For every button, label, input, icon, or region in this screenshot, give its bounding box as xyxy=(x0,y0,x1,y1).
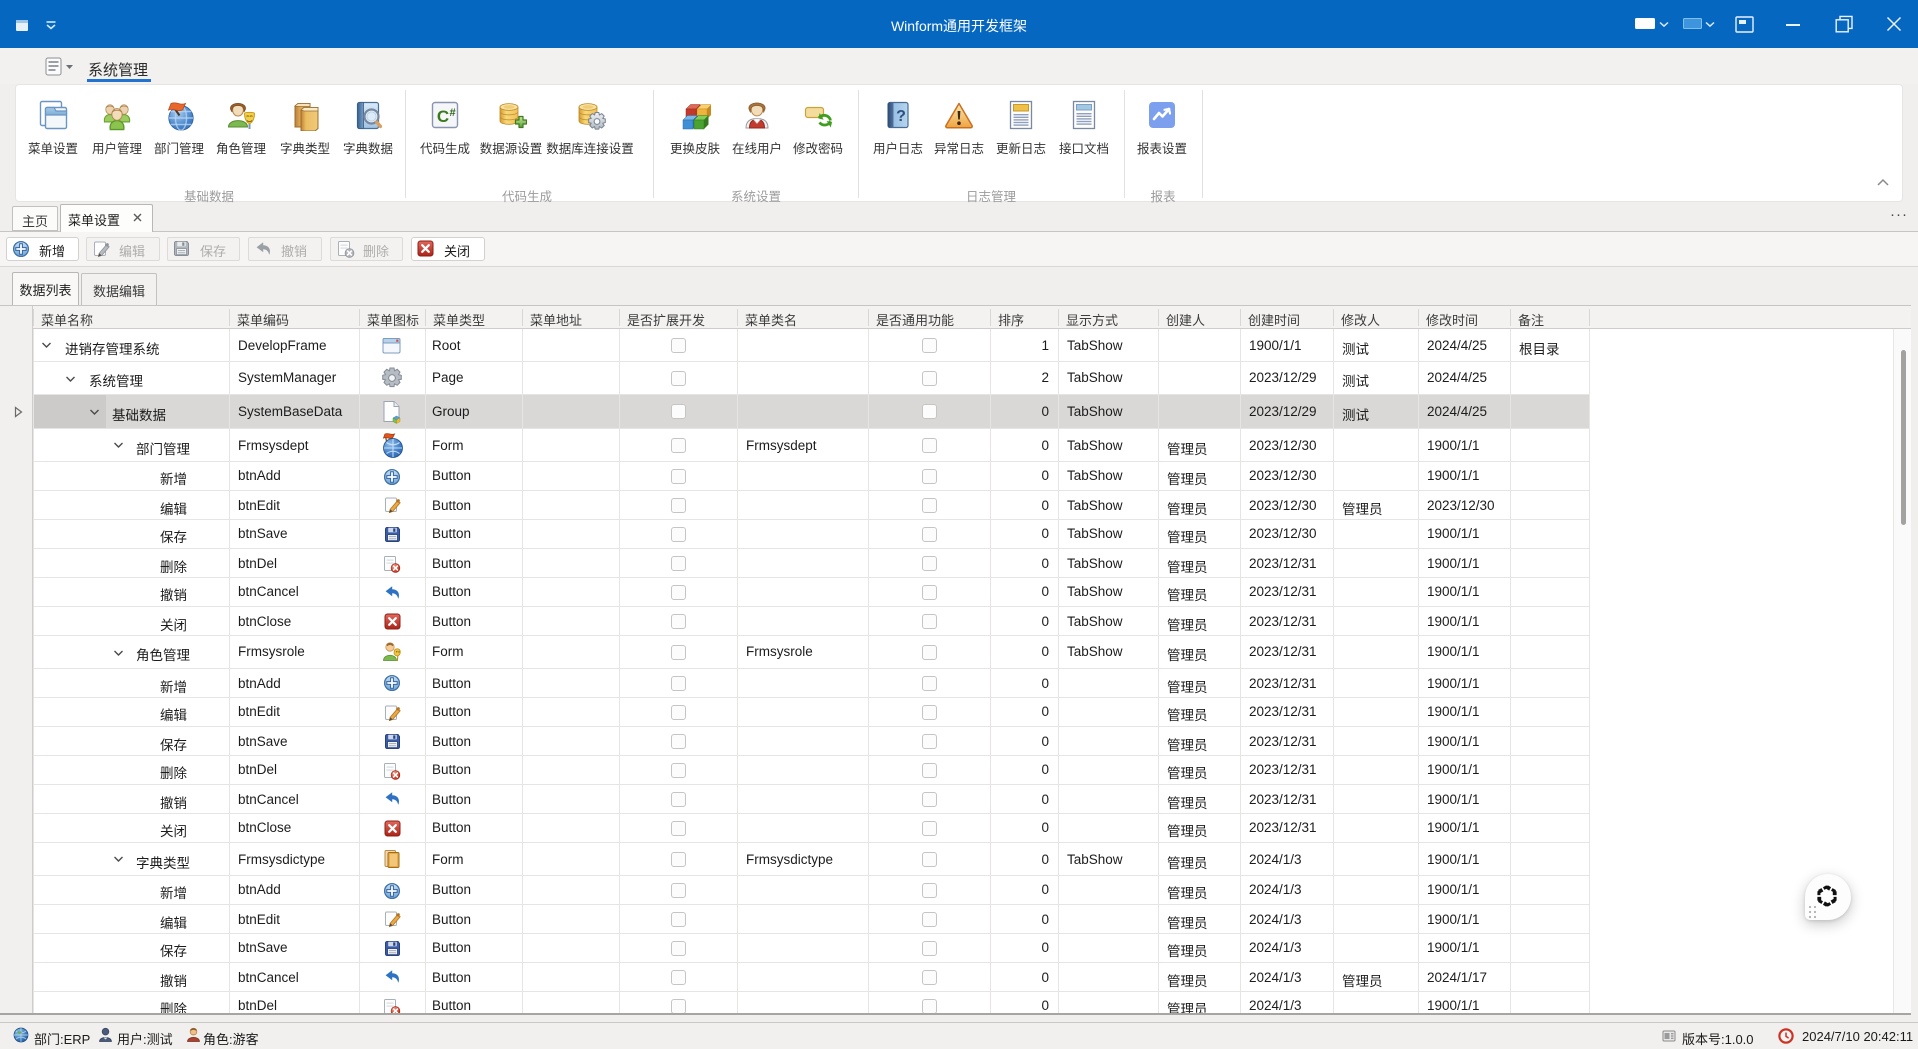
svg-text:C: C xyxy=(437,107,449,126)
svg-text:#: # xyxy=(449,107,455,119)
svg-text:?: ? xyxy=(896,108,906,125)
